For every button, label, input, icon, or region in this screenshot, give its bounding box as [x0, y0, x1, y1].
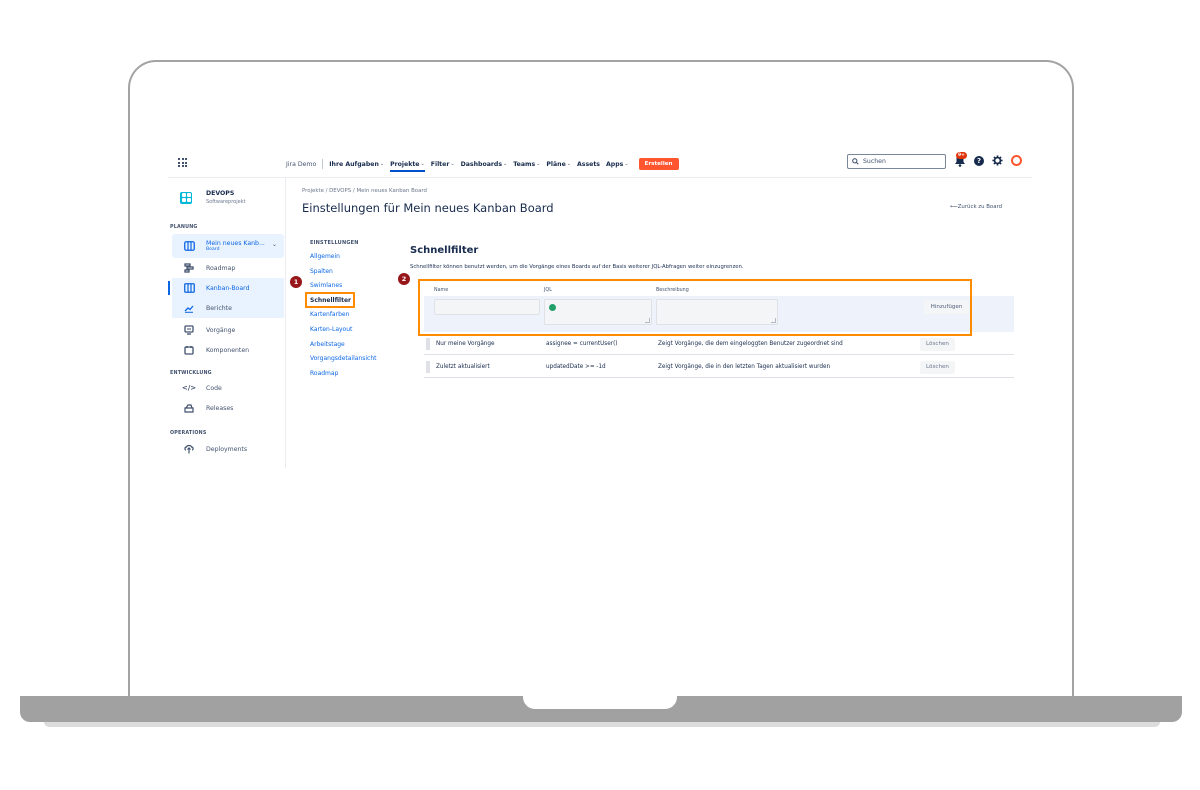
settings-menu: Allgemein Spalten Swimlanes Schnellfilte… [310, 250, 376, 381]
section-planning: PLANUNG [170, 225, 198, 230]
project-header[interactable]: DEVOPS Softwareprojekt [180, 190, 246, 205]
sidebar-item-kanban-board[interactable]: Kanban-Board [168, 278, 284, 298]
settings-item-general[interactable]: Allgemein [310, 250, 376, 265]
delete-filter-button[interactable]: Löschen [920, 338, 955, 351]
nav-plans[interactable]: Pläne ⌄ [546, 161, 571, 168]
section-development: ENTWICKLUNG [170, 371, 212, 376]
jira-screen: Jira Demo Ihre Aufgaben ⌄ Projekte ⌄ Filte… [168, 148, 1032, 468]
chevron-down-icon[interactable]: ⌄ [272, 241, 277, 248]
site-name[interactable]: Jira Demo [286, 161, 316, 168]
operations-group: Deployments [172, 439, 284, 459]
sidebar-item-components[interactable]: Komponenten [172, 340, 284, 360]
filter-jql: updatedDate >= -1d [546, 364, 606, 370]
settings-heading: EINSTELLUNGEN [310, 240, 359, 246]
breadcrumb[interactable]: Projekte / DEVOPS / Mein neues Kanban Bo… [302, 188, 427, 194]
settings-item-working-days[interactable]: Arbeitstage [310, 338, 376, 353]
nav-items: Jira Demo Ihre Aufgaben ⌄ Projekte ⌄ Filte… [286, 158, 679, 172]
delete-filter-button[interactable]: Löschen [920, 361, 955, 374]
laptop-notch [523, 696, 677, 709]
table-row: Nur meine Vorgänge assignee = currentUse… [424, 333, 1014, 355]
sidebar-item-label: Vorgänge [206, 326, 236, 334]
project-type: Softwareprojekt [206, 199, 246, 205]
page-title: Einstellungen für Mein neues Kanban Boar… [302, 201, 554, 215]
board-sub-label: Board [206, 247, 220, 252]
settings-item-columns[interactable]: Spalten [310, 265, 376, 280]
create-button[interactable]: Erstellen [638, 158, 679, 170]
highlight-box-add-row [418, 279, 972, 336]
laptop-base-shadow [44, 722, 1160, 727]
notifications-bell-icon[interactable]: 9+ [954, 152, 967, 167]
settings-gear-icon[interactable] [992, 155, 1003, 166]
components-icon [182, 345, 196, 355]
sidebar-item-label: Releases [206, 404, 234, 412]
highlight-box-menu [305, 292, 355, 308]
board-icon [182, 241, 196, 251]
nav-projects[interactable]: Projekte ⌄ [390, 161, 425, 172]
drag-handle[interactable] [426, 338, 430, 350]
sidebar-item-code[interactable]: </> Code [172, 378, 284, 398]
step-marker-1: 1 [290, 276, 302, 288]
sidebar-item-label: Berichte [206, 304, 232, 312]
roadmap-icon [182, 263, 196, 273]
back-to-board-link[interactable]: ⟵Zurück zu Board [950, 204, 1002, 210]
board-name: Mein neues Kanb... [206, 240, 265, 247]
filter-jql: assignee = currentUser() [546, 341, 618, 347]
nav-apps[interactable]: Apps ⌄ [606, 161, 629, 168]
sidebar-item-label: Deployments [206, 445, 248, 453]
step-marker-2: 2 [398, 273, 410, 285]
settings-item-card-layout[interactable]: Karten-Layout [310, 323, 376, 338]
settings-item-card-colors[interactable]: Kartenfarben [310, 308, 376, 323]
sidebar-item-label: Komponenten [206, 346, 250, 354]
top-navigation: Jira Demo Ihre Aufgaben ⌄ Projekte ⌄ Filte… [168, 148, 1032, 178]
sidebar-item-label: Code [206, 384, 222, 392]
project-avatar-icon [180, 191, 192, 204]
settings-item-roadmap[interactable]: Roadmap [310, 367, 376, 382]
search-input[interactable]: Suchen [847, 154, 946, 169]
arrow-left-icon: ⟵ [950, 204, 958, 210]
reports-icon [182, 303, 196, 313]
nav-teams[interactable]: Teams ⌄ [513, 161, 540, 168]
deployments-icon [182, 444, 196, 454]
nav-divider [322, 159, 324, 169]
settings-item-issue-detail-view[interactable]: Vorgangsdetailansicht [310, 352, 376, 367]
search-icon [852, 158, 859, 165]
quick-filters-title: Schnellfilter [410, 245, 479, 256]
help-icon[interactable]: ? [974, 155, 984, 166]
kanban-icon [182, 283, 196, 293]
sidebar-item-issues[interactable]: Vorgänge [172, 320, 284, 340]
filter-name: Zuletzt aktualisiert [436, 364, 490, 370]
releases-icon [182, 403, 196, 413]
notification-badge: 9+ [956, 152, 967, 159]
sidebar-board-selector[interactable]: Mein neues Kanb... Board ⌄ [172, 234, 284, 258]
nav-filters[interactable]: Filter ⌄ [431, 161, 455, 168]
sidebar-item-deployments[interactable]: Deployments [172, 439, 284, 459]
issues-group: Vorgänge Komponenten [172, 320, 284, 360]
code-icon: </> [181, 384, 197, 392]
drag-handle[interactable] [426, 361, 430, 373]
planning-group: Mein neues Kanb... Board ⌄ Roadmap Kanba… [168, 234, 284, 318]
project-sidebar: DEVOPS Softwareprojekt PLANUNG Mein neue… [168, 178, 286, 468]
sidebar-item-reports[interactable]: Berichte [172, 298, 284, 318]
nav-assets[interactable]: Assets [577, 161, 600, 168]
table-row: Zuletzt aktualisiert updatedDate >= -1d … [424, 356, 1014, 378]
development-group: </> Code Releases [172, 378, 284, 418]
project-name: DEVOPS [206, 190, 235, 197]
nav-your-work[interactable]: Ihre Aufgaben ⌄ [329, 161, 384, 168]
user-avatar[interactable] [1011, 155, 1022, 166]
search-placeholder: Suchen [863, 158, 886, 165]
sidebar-item-label: Roadmap [206, 264, 236, 272]
sidebar-item-label: Kanban-Board [206, 284, 250, 292]
sidebar-item-releases[interactable]: Releases [172, 398, 284, 418]
sidebar-item-roadmap[interactable]: Roadmap [172, 258, 284, 278]
active-indicator [168, 281, 170, 295]
nav-icons: 9+ ? [954, 152, 1022, 167]
nav-dashboards[interactable]: Dashboards ⌄ [461, 161, 508, 168]
filter-name: Nur meine Vorgänge [436, 341, 495, 347]
quick-filters-description: Schnellfilter können benutzt werden, um … [410, 264, 744, 270]
filter-description: Zeigt Vorgänge, die in den letzten Tagen… [658, 364, 831, 370]
filter-description: Zeigt Vorgänge, die dem eingeloggten Ben… [658, 341, 843, 347]
issues-icon [182, 325, 196, 335]
app-switcher-icon[interactable] [178, 158, 187, 167]
section-operations: OPERATIONS [170, 431, 207, 436]
